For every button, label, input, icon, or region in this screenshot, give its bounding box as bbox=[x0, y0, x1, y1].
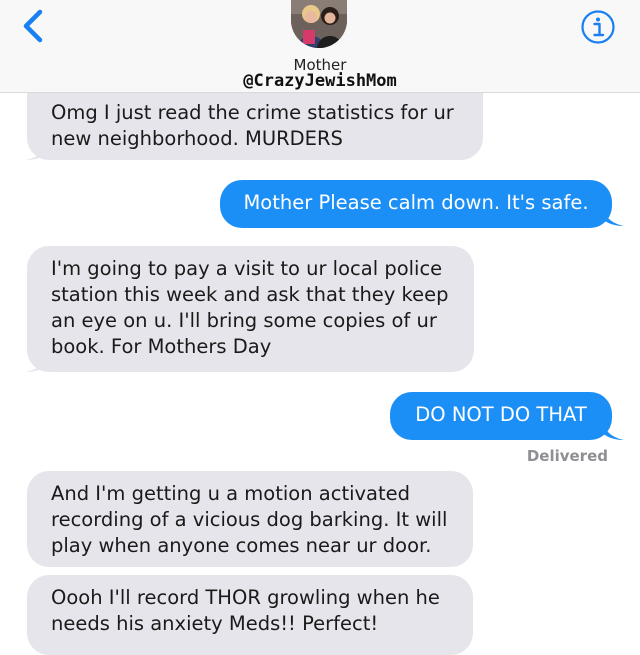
message-thread: Omg I just read the crime statistics for… bbox=[0, 0, 640, 655]
delivery-status: Delivered bbox=[526, 447, 608, 465]
incoming-message[interactable]: And I'm getting u a motion activated rec… bbox=[27, 471, 473, 567]
outgoing-message[interactable]: DO NOT DO THAT bbox=[390, 392, 612, 440]
incoming-message[interactable]: Omg I just read the crime statistics for… bbox=[27, 90, 483, 160]
avatar[interactable] bbox=[291, 0, 347, 48]
conversation-header: Mother @CrazyJewishMom bbox=[0, 0, 640, 93]
avatar-photo-icon bbox=[291, 0, 347, 48]
chevron-left-icon[interactable] bbox=[14, 8, 54, 44]
incoming-message[interactable]: Oooh I'll record THOR growling when he n… bbox=[27, 575, 473, 655]
incoming-message[interactable]: I'm going to pay a visit to ur local pol… bbox=[27, 246, 474, 372]
outgoing-message[interactable]: Mother Please calm down. It's safe. bbox=[220, 180, 612, 228]
info-icon[interactable] bbox=[580, 9, 616, 45]
overlay-handle-text: @CrazyJewishMom bbox=[243, 71, 397, 91]
